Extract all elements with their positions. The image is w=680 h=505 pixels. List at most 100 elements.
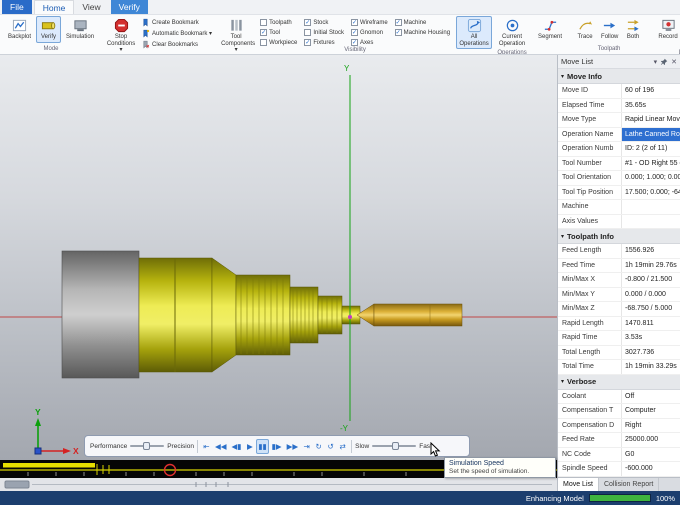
visibility-option-fixtures[interactable]: ✓ Fixtures	[304, 39, 344, 46]
checkbox-gnomon[interactable]: ✓	[351, 29, 358, 36]
property-row-machine[interactable]: Machine	[558, 200, 680, 215]
property-row-move-type[interactable]: Move Type Rapid Linear Move	[558, 113, 680, 128]
visibility-option-toolpath[interactable]: Toolpath	[260, 19, 297, 26]
property-row-operation-numb[interactable]: Operation Numb ID: 2 (2 of 11)	[558, 142, 680, 157]
record-button[interactable]: Record	[650, 16, 680, 43]
property-row-feed-length[interactable]: Feed Length 1556.926	[558, 244, 680, 259]
pause-button[interactable]: ▮▮	[256, 438, 269, 454]
visibility-option-initial-stock[interactable]: Initial Stock	[304, 29, 344, 36]
current-operation-button[interactable]: Current Operation	[494, 16, 530, 49]
property-row-coolant[interactable]: Coolant Off	[558, 389, 680, 404]
property-row-min-max-z[interactable]: Min/Max Z -68.750 / 5.000	[558, 302, 680, 317]
visibility-option-axes[interactable]: ✓ Axes	[351, 39, 388, 46]
property-row-nc-code[interactable]: NC Code G0	[558, 447, 680, 462]
property-row-tool-tip-position[interactable]: Tool Tip Position17.500; 0.000; -64.8	[558, 185, 680, 200]
property-value: Rapid Linear Move	[625, 116, 680, 124]
slider-knob[interactable]	[392, 442, 400, 450]
property-row-compensation-t[interactable]: Compensation T Computer	[558, 404, 680, 419]
both-button[interactable]: Both	[622, 16, 644, 43]
trace-label: Trace	[577, 34, 593, 40]
tab-verify[interactable]: Verify	[110, 0, 148, 14]
panel-tab-move-list[interactable]: Move List	[558, 478, 599, 491]
automatic-bookmark-button[interactable]: Automatic Bookmark ▾	[141, 29, 212, 38]
verify-button[interactable]: Verify	[36, 16, 62, 43]
verify-icon	[41, 18, 56, 33]
property-row-move-id[interactable]: Move ID 60 of 196	[558, 84, 680, 99]
property-row-min-max-x[interactable]: Min/Max X -0.800 / 21.500	[558, 273, 680, 288]
replay-button[interactable]: ↺	[325, 439, 336, 454]
stop-conditions-button[interactable]: Stop Conditions ▾	[103, 16, 139, 54]
property-row-axis-values[interactable]: Axis Values	[558, 214, 680, 229]
checkbox-tool[interactable]: ✓	[260, 29, 268, 36]
checkbox-workpiece[interactable]	[260, 39, 268, 46]
loop-button[interactable]: ↻	[313, 439, 324, 454]
pin-icon[interactable]	[660, 58, 668, 66]
backplot-button[interactable]: Backplot	[5, 16, 34, 43]
property-row-elapsed-time[interactable]: Elapsed Time 35.65s	[558, 98, 680, 113]
fast-forward-button[interactable]: ▶▶	[285, 439, 301, 454]
tool-components-button[interactable]: Tool Components ▾	[218, 16, 255, 54]
simulation-button[interactable]: Simulation	[63, 16, 97, 43]
create-bookmark-button[interactable]: Create Bookmark	[141, 18, 212, 27]
timeline-scrollbar[interactable]	[0, 478, 557, 491]
trace-button[interactable]: Trace	[574, 16, 596, 43]
tab-home[interactable]: Home	[33, 0, 75, 14]
tool-label: Tool	[269, 29, 281, 36]
checkbox-initial-stock[interactable]	[304, 29, 312, 36]
property-row-compensation-d[interactable]: Compensation D Right	[558, 418, 680, 433]
record-icon	[661, 18, 676, 33]
tab-view[interactable]: View	[74, 0, 108, 14]
tab-file[interactable]: File	[2, 0, 32, 14]
checkbox-axes[interactable]: ✓	[351, 39, 358, 46]
go-to-start-button[interactable]: ⇤	[201, 439, 212, 454]
visibility-option-machine-housing[interactable]: ✓ Machine Housing	[394, 29, 450, 36]
visibility-option-workpiece[interactable]: Workpiece	[260, 39, 297, 46]
auto-reverse-button[interactable]: ⇄	[337, 439, 348, 454]
scrollbar-handle[interactable]	[4, 480, 30, 489]
property-row-feed-time[interactable]: Feed Time 1h 19min 29.76s	[558, 258, 680, 273]
step-forward-button[interactable]: ▮▶	[270, 439, 284, 454]
clear-bookmarks-button[interactable]: Clear Bookmarks	[141, 40, 212, 49]
visibility-option-machine[interactable]: ✓ Machine	[394, 19, 450, 26]
property-row-rapid-time[interactable]: Rapid Time 3.53s	[558, 331, 680, 346]
rewind-button[interactable]: ◀◀	[213, 439, 229, 454]
viewport-3d[interactable]: Y -Y Y X Performance Precision ⇤ ◀◀ ◀▮ ▶…	[0, 55, 557, 460]
close-icon[interactable]: ✕	[671, 58, 677, 66]
performance-precision-slider[interactable]	[130, 441, 165, 451]
step-back-button[interactable]: ◀▮	[230, 439, 244, 454]
speed-slider[interactable]	[372, 441, 417, 451]
visibility-option-tool[interactable]: ✓ Tool	[260, 29, 297, 36]
segment-button[interactable]: Segment	[532, 16, 568, 43]
property-row-spindle-speed[interactable]: Spindle Speed -600.000	[558, 462, 680, 477]
follow-button[interactable]: Follow	[598, 16, 620, 43]
property-row-tool-number[interactable]: Tool Number#1 - OD Right 55 de	[558, 156, 680, 171]
visibility-option-gnomon[interactable]: ✓ Gnomon	[351, 29, 388, 36]
all-operations-button[interactable]: All Operations	[456, 16, 493, 50]
property-row-operation-name[interactable]: Operation NameLathe Canned Rough	[558, 127, 680, 142]
property-row-rapid-length[interactable]: Rapid Length 1470.811	[558, 316, 680, 331]
property-row-total-length[interactable]: Total Length 3027.736	[558, 345, 680, 360]
checkbox-stock[interactable]: ✓	[304, 19, 312, 26]
status-bar: Enhancing Model 100%	[0, 491, 680, 505]
checkbox-machine[interactable]: ✓	[394, 19, 402, 26]
slider-knob[interactable]	[143, 442, 151, 450]
property-row-min-max-y[interactable]: Min/Max Y 0.000 / 0.000	[558, 287, 680, 302]
property-row-total-time[interactable]: Total Time 1h 19min 33.29s	[558, 360, 680, 375]
checkbox-fixtures[interactable]: ✓	[304, 39, 312, 46]
visibility-option-wireframe[interactable]: ✓ Wireframe	[351, 19, 388, 26]
go-to-end-button[interactable]: ⇥	[301, 439, 312, 454]
panel-tab-collision-report[interactable]: Collision Report	[599, 478, 660, 491]
property-label: Total Time	[558, 360, 622, 374]
chevron-down-icon[interactable]: ▾	[654, 58, 658, 66]
tooltip: Simulation Speed Set the speed of simula…	[444, 457, 556, 478]
visibility-option-stock[interactable]: ✓ Stock	[304, 19, 344, 26]
section-header-move-info[interactable]: ▾ Move Info	[558, 69, 680, 84]
checkbox-machine-housing[interactable]: ✓	[394, 29, 402, 36]
section-header-verbose[interactable]: ▾ Verbose	[558, 374, 680, 390]
property-row-feed-rate[interactable]: Feed Rate 25000.000	[558, 433, 680, 448]
checkbox-toolpath[interactable]	[260, 19, 268, 26]
play-button[interactable]: ▶	[244, 439, 255, 454]
property-row-tool-orientation[interactable]: Tool Orientation 0.000; 1.000; 0.000	[558, 171, 680, 186]
section-header-toolpath-info[interactable]: ▾ Toolpath Info	[558, 229, 680, 244]
checkbox-wireframe[interactable]: ✓	[351, 19, 358, 26]
